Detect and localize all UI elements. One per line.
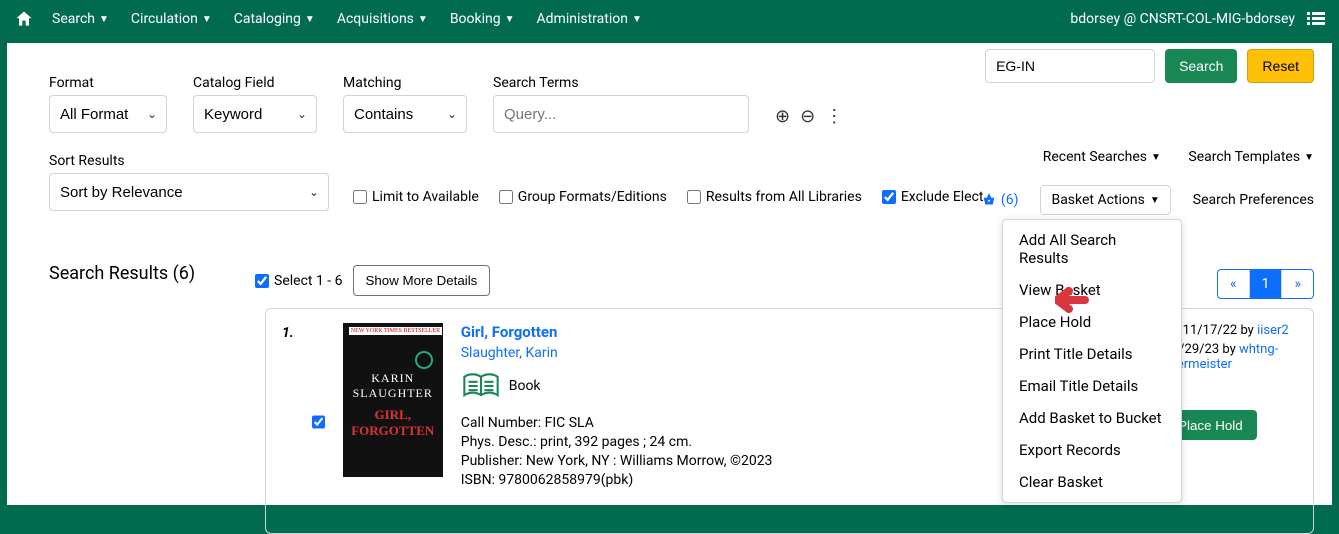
cover-image: NEW YORK TIMES BESTSELLER KARIN SLAUGHTE… (343, 323, 443, 477)
format-label: Format (49, 75, 167, 91)
chevron-down-icon: ▼ (202, 14, 212, 25)
pager-page-1[interactable]: 1 (1250, 270, 1283, 298)
book-icon (461, 371, 501, 401)
menu-icon[interactable] (1307, 12, 1325, 26)
catalog-field-label: Catalog Field (193, 75, 317, 91)
nav-cataloging[interactable]: Cataloging▼ (234, 11, 315, 27)
result-checkbox[interactable] (312, 325, 325, 519)
format-select[interactable]: All Format (49, 95, 167, 133)
call-number: Call Number: FIC SLA (461, 415, 1021, 431)
org-input[interactable] (985, 49, 1155, 83)
result-title-link[interactable]: Girl, Forgotten (461, 323, 558, 341)
result-number: 1. (282, 325, 294, 519)
chevron-down-icon: ▼ (99, 14, 109, 25)
menu-email-title[interactable]: Email Title Details (1003, 370, 1181, 402)
nav-booking[interactable]: Booking▼ (450, 11, 515, 27)
search-preferences[interactable]: Search Preferences (1193, 192, 1314, 208)
nav-acquisitions[interactable]: Acquisitions▼ (337, 11, 428, 27)
user-label: bdorsey @ CNSRT-COL-MIG-bdorsey (1070, 11, 1295, 27)
basket-actions-button[interactable]: Basket Actions▼ (1040, 185, 1170, 215)
sort-select[interactable]: Sort by Relevance (49, 173, 329, 211)
search-button[interactable]: Search (1165, 49, 1237, 83)
publisher: Publisher: New York, NY : Williams Morro… (461, 453, 1021, 469)
chevron-down-icon: ▼ (418, 14, 428, 25)
show-more-details-button[interactable]: Show More Details (353, 265, 491, 296)
chevron-down-icon: ▼ (1150, 195, 1160, 206)
reset-button[interactable]: Reset (1247, 49, 1314, 83)
menu-print-title[interactable]: Print Title Details (1003, 338, 1181, 370)
nav-search[interactable]: Search▼ (52, 11, 109, 27)
basket-icon[interactable]: (6) (979, 191, 1019, 209)
created-by-link[interactable]: iiser2 (1257, 323, 1289, 338)
more-icon[interactable]: ⋮ (825, 106, 843, 127)
basket-actions-menu: Add All Search Results View Basket Place… (1002, 219, 1182, 503)
search-terms-label: Search Terms (493, 75, 749, 91)
results-header: Search Results (6) (49, 263, 195, 284)
phys-desc: Phys. Desc.: print, 392 pages ; 24 cm. (461, 434, 1021, 450)
all-libraries-checkbox[interactable]: Results from All Libraries (687, 189, 862, 205)
remove-row-icon[interactable]: ⊖ (800, 106, 815, 127)
chevron-down-icon: ▼ (505, 14, 515, 25)
recent-searches[interactable]: Recent Searches▼ (1043, 149, 1161, 165)
format-label: Book (509, 378, 541, 394)
chevron-down-icon: ▼ (1151, 152, 1161, 163)
search-templates[interactable]: Search Templates▼ (1188, 149, 1314, 165)
isbn: ISBN: 9780062858979(pbk) (461, 472, 1021, 488)
pager-prev[interactable]: « (1218, 270, 1250, 298)
catalog-field-select[interactable]: Keyword (193, 95, 317, 133)
exclude-electronic-checkbox[interactable]: Exclude Elect (882, 189, 984, 205)
result-author-link[interactable]: Slaughter, Karin (461, 345, 1021, 361)
group-formats-checkbox[interactable]: Group Formats/Editions (499, 189, 667, 205)
annotation-arrow (1055, 287, 1099, 313)
menu-clear[interactable]: Clear Basket (1003, 466, 1181, 498)
chevron-down-icon: ▼ (1304, 152, 1314, 163)
select-all-checkbox[interactable]: Select 1 - 6 (255, 273, 343, 289)
pager-next[interactable]: » (1282, 270, 1313, 298)
nav-administration[interactable]: Administration▼ (537, 11, 642, 27)
chevron-down-icon: ▼ (632, 14, 642, 25)
sort-label: Sort Results (49, 153, 329, 169)
home-icon[interactable] (14, 9, 34, 29)
menu-add-all[interactable]: Add All Search Results (1003, 224, 1181, 274)
pagination: « 1 » (1217, 269, 1314, 299)
top-navbar: Search▼ Circulation▼ Cataloging▼ Acquisi… (0, 0, 1339, 42)
add-row-icon[interactable]: ⊕ (775, 106, 790, 127)
chevron-down-icon: ▼ (305, 14, 315, 25)
nav-circulation[interactable]: Circulation▼ (131, 11, 212, 27)
menu-add-bucket[interactable]: Add Basket to Bucket (1003, 402, 1181, 434)
menu-export[interactable]: Export Records (1003, 434, 1181, 466)
search-terms-input[interactable] (493, 95, 749, 133)
limit-available-checkbox[interactable]: Limit to Available (353, 189, 479, 205)
basket-count: (6) (1001, 192, 1019, 208)
matching-label: Matching (343, 75, 467, 91)
matching-select[interactable]: Contains (343, 95, 467, 133)
